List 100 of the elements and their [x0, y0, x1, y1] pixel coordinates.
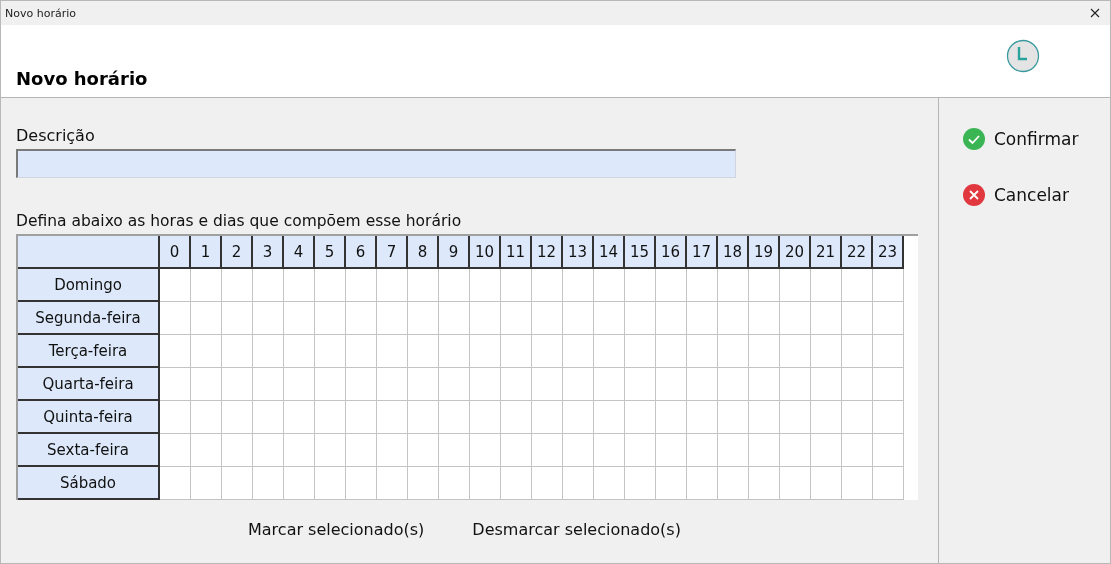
- grid-cell[interactable]: [563, 401, 594, 434]
- grid-cell[interactable]: [594, 368, 625, 401]
- hour-header[interactable]: 21: [811, 236, 842, 269]
- grid-cell[interactable]: [811, 269, 842, 302]
- grid-cell[interactable]: [191, 368, 222, 401]
- grid-cell[interactable]: [315, 401, 346, 434]
- grid-cell[interactable]: [377, 302, 408, 335]
- grid-cell[interactable]: [408, 401, 439, 434]
- day-header[interactable]: Domingo: [18, 269, 160, 302]
- grid-cell[interactable]: [284, 335, 315, 368]
- grid-cell[interactable]: [718, 368, 749, 401]
- day-header[interactable]: Sábado: [18, 467, 160, 500]
- grid-cell[interactable]: [253, 368, 284, 401]
- hour-header[interactable]: 23: [873, 236, 904, 269]
- grid-cell[interactable]: [749, 269, 780, 302]
- hour-header[interactable]: 15: [625, 236, 656, 269]
- grid-cell[interactable]: [563, 335, 594, 368]
- grid-cell[interactable]: [315, 269, 346, 302]
- grid-cell[interactable]: [346, 401, 377, 434]
- grid-cell[interactable]: [191, 302, 222, 335]
- grid-button[interactable]: Desmarcar selecionado(s): [472, 516, 681, 543]
- grid-cell[interactable]: [160, 269, 191, 302]
- grid-cell[interactable]: [191, 401, 222, 434]
- hour-header[interactable]: 18: [718, 236, 749, 269]
- grid-cell[interactable]: [842, 401, 873, 434]
- day-header[interactable]: Quarta-feira: [18, 368, 160, 401]
- grid-cell[interactable]: [687, 368, 718, 401]
- confirm-button[interactable]: Confirmar: [963, 128, 1079, 150]
- close-icon[interactable]: [1090, 8, 1100, 18]
- grid-cell[interactable]: [780, 434, 811, 467]
- grid-cell[interactable]: [656, 269, 687, 302]
- grid-cell[interactable]: [222, 467, 253, 500]
- grid-cell[interactable]: [749, 302, 780, 335]
- grid-cell[interactable]: [687, 335, 718, 368]
- grid-cell[interactable]: [501, 401, 532, 434]
- grid-cell[interactable]: [222, 302, 253, 335]
- grid-cell[interactable]: [842, 269, 873, 302]
- grid-cell[interactable]: [501, 335, 532, 368]
- grid-cell[interactable]: [160, 368, 191, 401]
- grid-cell[interactable]: [532, 302, 563, 335]
- grid-cell[interactable]: [532, 368, 563, 401]
- grid-cell[interactable]: [501, 368, 532, 401]
- grid-cell[interactable]: [470, 335, 501, 368]
- grid-cell[interactable]: [780, 401, 811, 434]
- grid-cell[interactable]: [284, 467, 315, 500]
- grid-cell[interactable]: [346, 467, 377, 500]
- grid-cell[interactable]: [780, 269, 811, 302]
- day-header[interactable]: Sexta-feira: [18, 434, 160, 467]
- grid-cell[interactable]: [656, 302, 687, 335]
- grid-cell[interactable]: [253, 302, 284, 335]
- grid-cell[interactable]: [160, 401, 191, 434]
- grid-cell[interactable]: [160, 335, 191, 368]
- hour-header[interactable]: 0: [160, 236, 191, 269]
- grid-cell[interactable]: [315, 434, 346, 467]
- grid-cell[interactable]: [873, 368, 904, 401]
- grid-cell[interactable]: [315, 302, 346, 335]
- grid-cell[interactable]: [594, 335, 625, 368]
- grid-cell[interactable]: [191, 335, 222, 368]
- grid-cell[interactable]: [563, 434, 594, 467]
- grid-cell[interactable]: [625, 368, 656, 401]
- grid-cell[interactable]: [408, 467, 439, 500]
- grid-cell[interactable]: [749, 368, 780, 401]
- hour-header[interactable]: 13: [563, 236, 594, 269]
- hour-header[interactable]: 11: [501, 236, 532, 269]
- grid-cell[interactable]: [625, 302, 656, 335]
- grid-cell[interactable]: [594, 401, 625, 434]
- grid-cell[interactable]: [408, 335, 439, 368]
- grid-cell[interactable]: [315, 335, 346, 368]
- grid-cell[interactable]: [811, 302, 842, 335]
- grid-cell[interactable]: [284, 368, 315, 401]
- grid-cell[interactable]: [749, 401, 780, 434]
- grid-cell[interactable]: [346, 335, 377, 368]
- grid-cell[interactable]: [594, 434, 625, 467]
- grid-cell[interactable]: [656, 434, 687, 467]
- grid-cell[interactable]: [780, 335, 811, 368]
- grid-cell[interactable]: [563, 302, 594, 335]
- grid-cell[interactable]: [873, 302, 904, 335]
- grid-cell[interactable]: [284, 434, 315, 467]
- day-header[interactable]: Quinta-feira: [18, 401, 160, 434]
- hour-header[interactable]: 20: [780, 236, 811, 269]
- grid-cell[interactable]: [532, 401, 563, 434]
- grid-cell[interactable]: [253, 401, 284, 434]
- grid-cell[interactable]: [687, 467, 718, 500]
- grid-cell[interactable]: [160, 467, 191, 500]
- grid-cell[interactable]: [780, 368, 811, 401]
- grid-cell[interactable]: [656, 467, 687, 500]
- grid-cell[interactable]: [439, 368, 470, 401]
- grid-cell[interactable]: [873, 335, 904, 368]
- grid-cell[interactable]: [811, 401, 842, 434]
- grid-cell[interactable]: [749, 467, 780, 500]
- grid-cell[interactable]: [656, 401, 687, 434]
- grid-cell[interactable]: [160, 302, 191, 335]
- grid-cell[interactable]: [501, 434, 532, 467]
- grid-cell[interactable]: [191, 467, 222, 500]
- grid-cell[interactable]: [718, 269, 749, 302]
- grid-cell[interactable]: [377, 401, 408, 434]
- grid-cell[interactable]: [873, 269, 904, 302]
- grid-cell[interactable]: [377, 467, 408, 500]
- grid-cell[interactable]: [439, 335, 470, 368]
- grid-cell[interactable]: [718, 335, 749, 368]
